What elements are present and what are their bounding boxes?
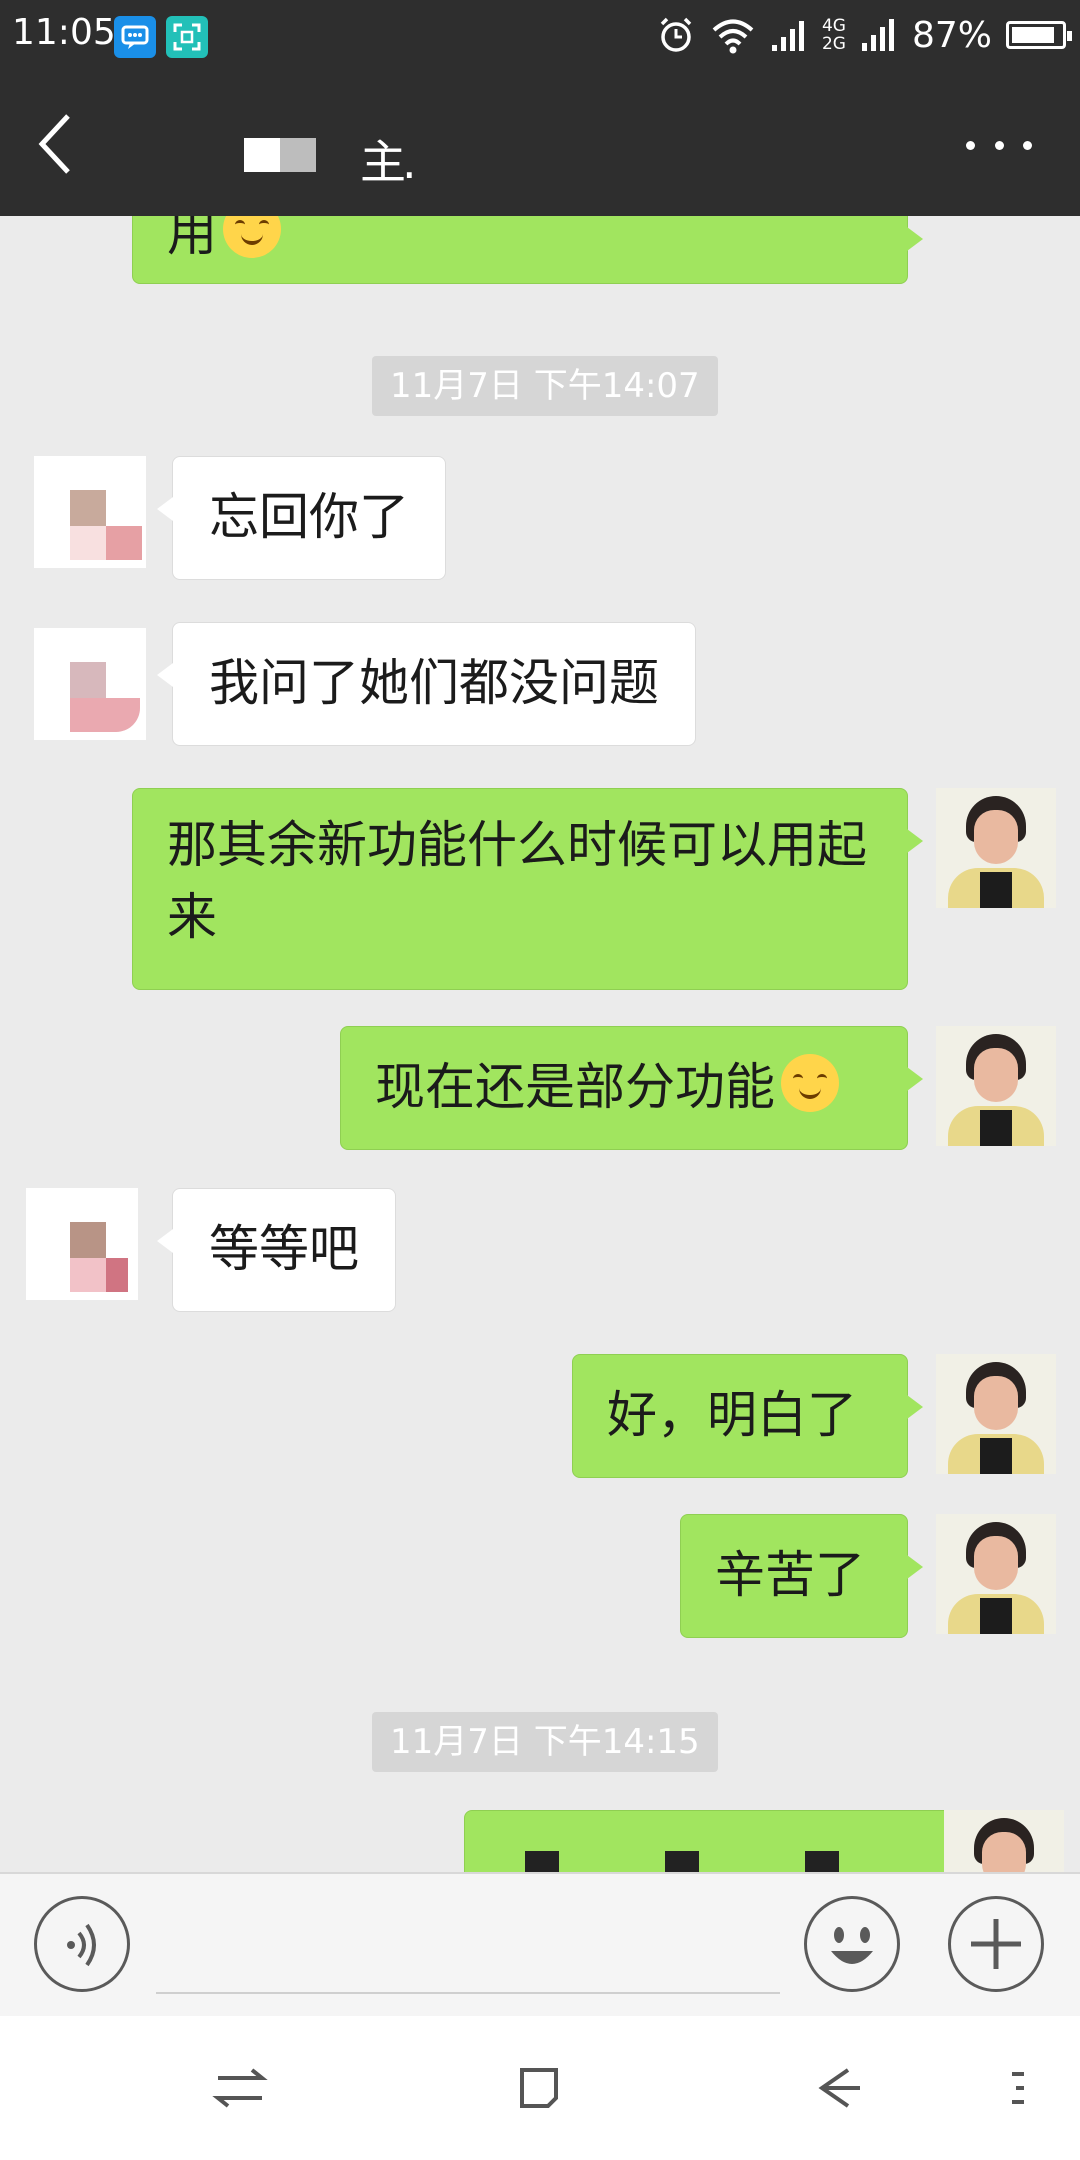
avatar-contact[interactable]	[34, 456, 146, 568]
more-horizontal-icon	[966, 140, 975, 150]
voice-icon	[67, 1923, 96, 1967]
nav-switch-button[interactable]	[208, 2056, 272, 2120]
chevron-left-icon	[38, 114, 70, 174]
timestamp: 11月7日 下午14:15	[372, 1712, 718, 1772]
menu-icon	[1012, 2072, 1024, 2104]
message-bubble-outgoing[interactable]: 用	[132, 216, 923, 284]
avatar-me[interactable]	[936, 788, 1056, 908]
message-bubble-outgoing[interactable]: 那其余新功能什么时候可以用起来	[132, 788, 923, 990]
message-bubble-outgoing[interactable]: 好，明白了	[572, 1354, 923, 1478]
system-nav-bar	[0, 2016, 1080, 2160]
message-bubble-incoming[interactable]: 等等吧	[157, 1188, 396, 1312]
emoji-button[interactable]	[804, 1896, 900, 1992]
plus-icon	[971, 1919, 1021, 1969]
status-bar: 11:05 4G 2G 87%	[0, 0, 1080, 72]
input-bar	[0, 1872, 1080, 2018]
battery-fill	[1012, 27, 1054, 43]
back-button[interactable]	[30, 110, 90, 178]
smiley-emoji-icon	[781, 1054, 839, 1112]
chat-area[interactable]: 用 11月7日 下午14:07 忘回你了 我问了她们都没问题 那其余新功能什么时…	[0, 216, 1080, 1872]
status-time: 11:05	[12, 12, 116, 53]
signal-icon-1	[771, 21, 804, 51]
message-bubble-outgoing[interactable]: 辛苦了	[680, 1514, 923, 1638]
voice-button[interactable]	[34, 1896, 130, 1992]
wifi-icon	[712, 19, 754, 54]
avatar-me[interactable]	[936, 1354, 1056, 1474]
nav-menu-button[interactable]	[1000, 2056, 1064, 2120]
smiley-emoji-icon	[223, 216, 281, 258]
message-notification-icon	[114, 16, 156, 58]
nav-back-button[interactable]	[808, 2056, 872, 2120]
contact-name-mosaic	[244, 138, 316, 172]
network-type: 4G 2G	[821, 16, 846, 54]
timestamp: 11月7日 下午14:07	[372, 356, 718, 416]
signal-icon-2	[861, 19, 894, 51]
message-input[interactable]	[156, 1992, 780, 1994]
title-bar: 主.	[0, 72, 1080, 216]
message-bubble-outgoing[interactable]	[464, 1810, 999, 1872]
more-button[interactable]	[966, 128, 1032, 162]
nav-home-button[interactable]	[508, 2056, 572, 2120]
chat-title: 主.	[360, 135, 417, 189]
square-icon	[520, 2068, 558, 2108]
avatar-contact[interactable]	[26, 1188, 138, 1300]
battery-percent: 87%	[911, 14, 992, 56]
back-arrow-icon	[818, 2068, 860, 2108]
message-bubble-outgoing[interactable]: 现在还是部分功能	[340, 1026, 923, 1150]
avatar-contact[interactable]	[34, 628, 146, 740]
message-bubble-incoming[interactable]: 忘回你了	[157, 456, 446, 580]
alarm-icon	[660, 17, 692, 52]
battery-icon	[1006, 21, 1072, 49]
scan-icon	[166, 16, 208, 58]
plus-button[interactable]	[948, 1896, 1044, 1992]
avatar-me[interactable]	[936, 1026, 1056, 1146]
smiley-icon	[831, 1927, 873, 1964]
avatar-me[interactable]	[944, 1810, 1064, 1872]
message-bubble-incoming[interactable]: 我问了她们都没问题	[157, 622, 696, 746]
avatar-me[interactable]	[936, 1514, 1056, 1634]
switch-icon	[212, 2068, 268, 2108]
